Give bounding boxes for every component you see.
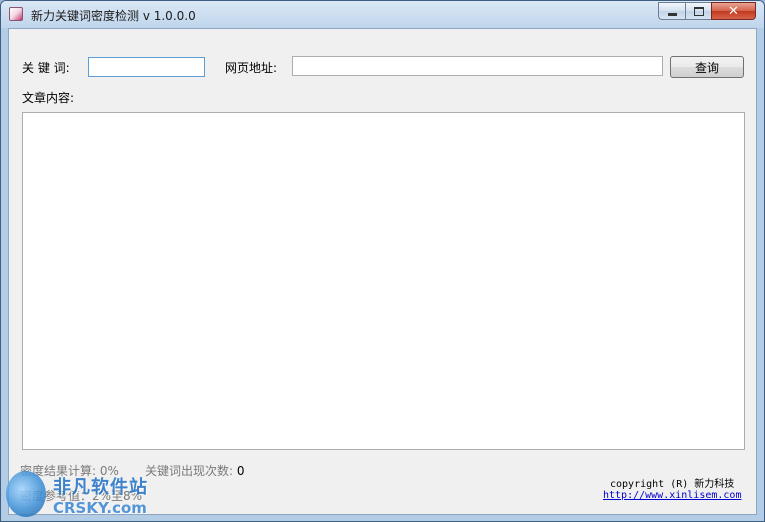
url-input[interactable] xyxy=(292,56,663,76)
caption-buttons: ✕ xyxy=(658,2,756,21)
watermark-logo-icon xyxy=(6,471,46,517)
watermark-cn: 非凡软件站 xyxy=(53,477,148,498)
website-link[interactable]: http://www.xinlisem.com xyxy=(603,490,741,501)
url-label: 网页地址: xyxy=(225,61,278,75)
query-button[interactable]: 查询 xyxy=(670,56,744,78)
maximize-icon xyxy=(693,6,704,16)
close-button[interactable]: ✕ xyxy=(711,2,756,20)
minimize-icon xyxy=(667,12,677,16)
title-bar[interactable]: 新力关键词密度检测 v 1.0.0.0 ✕ xyxy=(1,1,764,28)
count-value: 0 xyxy=(236,464,245,478)
minimize-button[interactable] xyxy=(658,2,685,20)
content-label: 文章内容: xyxy=(22,91,75,105)
copyright-text: copyright (R) 新力科技 xyxy=(610,479,735,490)
window-title: 新力关键词密度检测 v 1.0.0.0 xyxy=(31,9,196,23)
client-area: 关 键 词: 网页地址: 查询 文章内容: 密度结果计算: 0% 关键词出现次数… xyxy=(8,28,757,515)
keyword-label: 关 键 词: xyxy=(22,61,70,75)
keyword-input[interactable] xyxy=(88,57,205,77)
close-icon: ✕ xyxy=(728,3,739,19)
maximize-button[interactable] xyxy=(685,2,711,20)
app-window: 新力关键词密度检测 v 1.0.0.0 ✕ 关 键 词: 网页地址: 查询 文章… xyxy=(0,0,765,522)
watermark-en: CRSKY.com xyxy=(53,499,147,517)
watermark: 非凡软件站 CRSKY.com xyxy=(1,467,181,521)
app-icon[interactable] xyxy=(9,7,23,21)
content-textarea[interactable] xyxy=(22,112,745,450)
